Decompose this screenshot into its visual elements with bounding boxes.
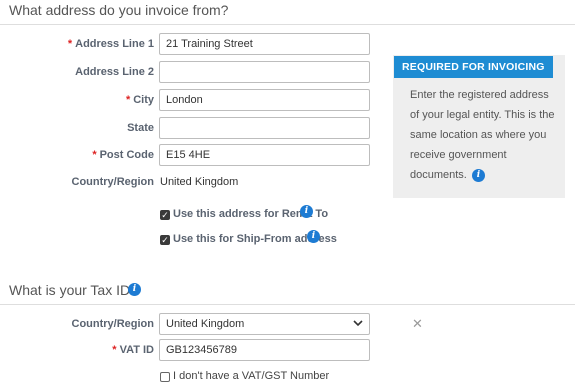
info-icon[interactable]: i [128, 283, 141, 296]
tax-country-label: Country/Region [71, 318, 155, 330]
chevron-down-icon [353, 314, 363, 334]
country-region-label: Country/Region [71, 176, 155, 188]
tax-section-title: What is your Tax ID? [9, 282, 138, 298]
vat-id-input[interactable]: GB123456789 [159, 339, 370, 361]
state-input[interactable] [159, 117, 370, 139]
address-line-2-label: Address Line 2 [75, 66, 154, 78]
city-label: * City [125, 94, 154, 106]
post-code-input[interactable]: E15 4HE [159, 144, 370, 166]
tax-country-value: United Kingdom [166, 318, 245, 330]
ship-from-checkbox[interactable]: ✓ [160, 235, 170, 245]
country-region-value: United Kingdom [160, 176, 239, 188]
required-marker: * [112, 344, 117, 356]
post-code-label: * Post Code [92, 149, 154, 161]
required-marker: * [67, 38, 73, 50]
close-icon[interactable]: ✕ [412, 316, 423, 332]
no-vat-label[interactable]: I don't have a VAT/GST Number [173, 370, 329, 382]
required-for-invoicing-text: Enter the registered address of your leg… [410, 89, 555, 182]
info-icon[interactable]: i [471, 168, 485, 182]
address-line-2-input[interactable] [159, 61, 370, 83]
tax-country-select[interactable]: United Kingdom [159, 313, 370, 335]
state-label: State [127, 122, 154, 134]
city-input[interactable]: London [159, 89, 370, 111]
info-icon[interactable]: i [307, 230, 320, 243]
required-marker: * [125, 94, 131, 106]
section-divider [0, 24, 575, 25]
address-line-1-label: * Address Line 1 [67, 38, 154, 50]
info-icon[interactable]: i [300, 205, 313, 218]
invoice-section-title: What address do you invoice from? [9, 2, 229, 18]
section-divider [0, 304, 575, 305]
vat-id-label: * VAT ID [112, 344, 154, 356]
required-for-invoicing-badge: REQUIRED FOR INVOICING [394, 56, 553, 78]
remit-to-checkbox[interactable]: ✓ [160, 210, 170, 220]
no-vat-checkbox[interactable] [160, 372, 170, 382]
required-marker: * [92, 149, 97, 161]
address-line-1-input[interactable]: 21 Training Street [159, 33, 370, 55]
